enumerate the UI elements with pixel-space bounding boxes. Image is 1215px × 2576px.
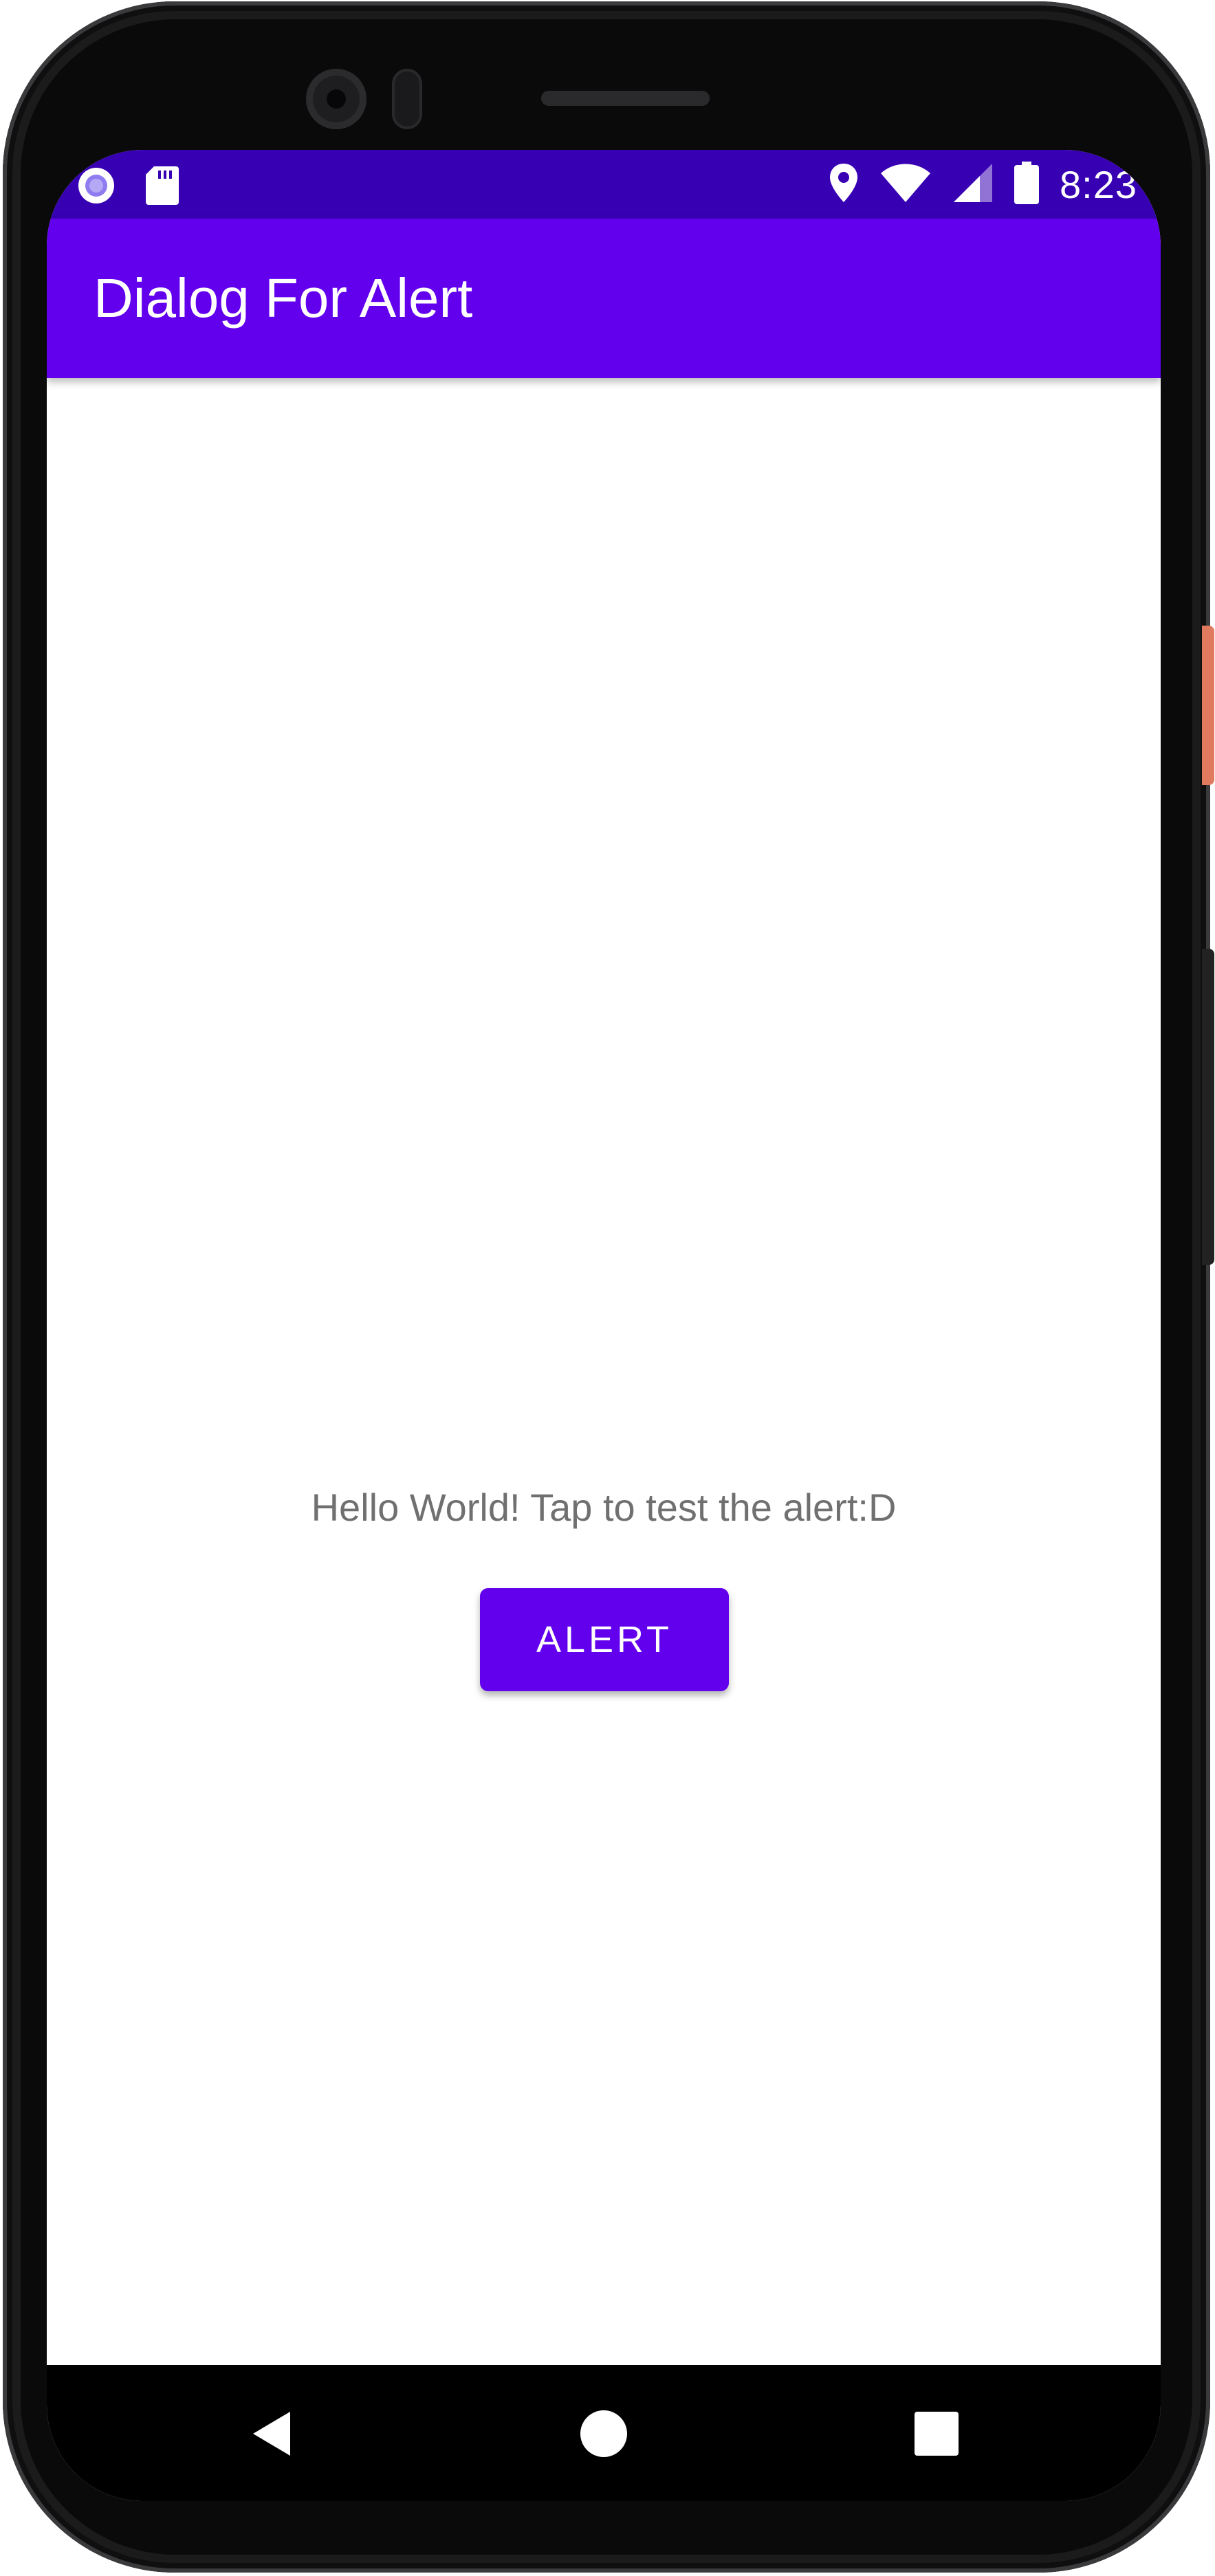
wifi-icon	[879, 162, 932, 207]
volume-rocker[interactable]	[1202, 949, 1214, 1265]
proximity-sensor	[392, 69, 422, 129]
home-icon[interactable]	[576, 2406, 631, 2461]
record-icon	[76, 165, 117, 210]
status-right-icons: 8:23	[829, 161, 1137, 208]
screen: 8:23 Dialog For Alert Hello World! Tap t…	[47, 150, 1161, 2501]
hello-message: Hello World! Tap to test the alert:D	[311, 1486, 897, 1529]
device-frame: 8:23 Dialog For Alert Hello World! Tap t…	[0, 0, 1215, 2576]
alert-button[interactable]: ALERT	[480, 1588, 729, 1691]
navigation-bar	[47, 2365, 1161, 2501]
main-content: Hello World! Tap to test the alert:D ALE…	[47, 378, 1161, 2501]
recents-icon[interactable]	[909, 2406, 964, 2461]
sd-card-icon	[144, 165, 180, 210]
app-bar: Dialog For Alert	[47, 219, 1161, 378]
battery-icon	[1014, 161, 1039, 208]
status-clock: 8:23	[1060, 162, 1137, 206]
earpiece-speaker	[541, 91, 710, 106]
front-camera	[306, 69, 366, 129]
back-icon[interactable]	[245, 2406, 300, 2461]
status-left-icons	[76, 165, 180, 210]
app-title: Dialog For Alert	[94, 267, 473, 329]
location-icon	[829, 162, 859, 207]
status-bar: 8:23	[47, 150, 1161, 219]
signal-icon	[952, 162, 994, 207]
power-button[interactable]	[1202, 626, 1214, 785]
